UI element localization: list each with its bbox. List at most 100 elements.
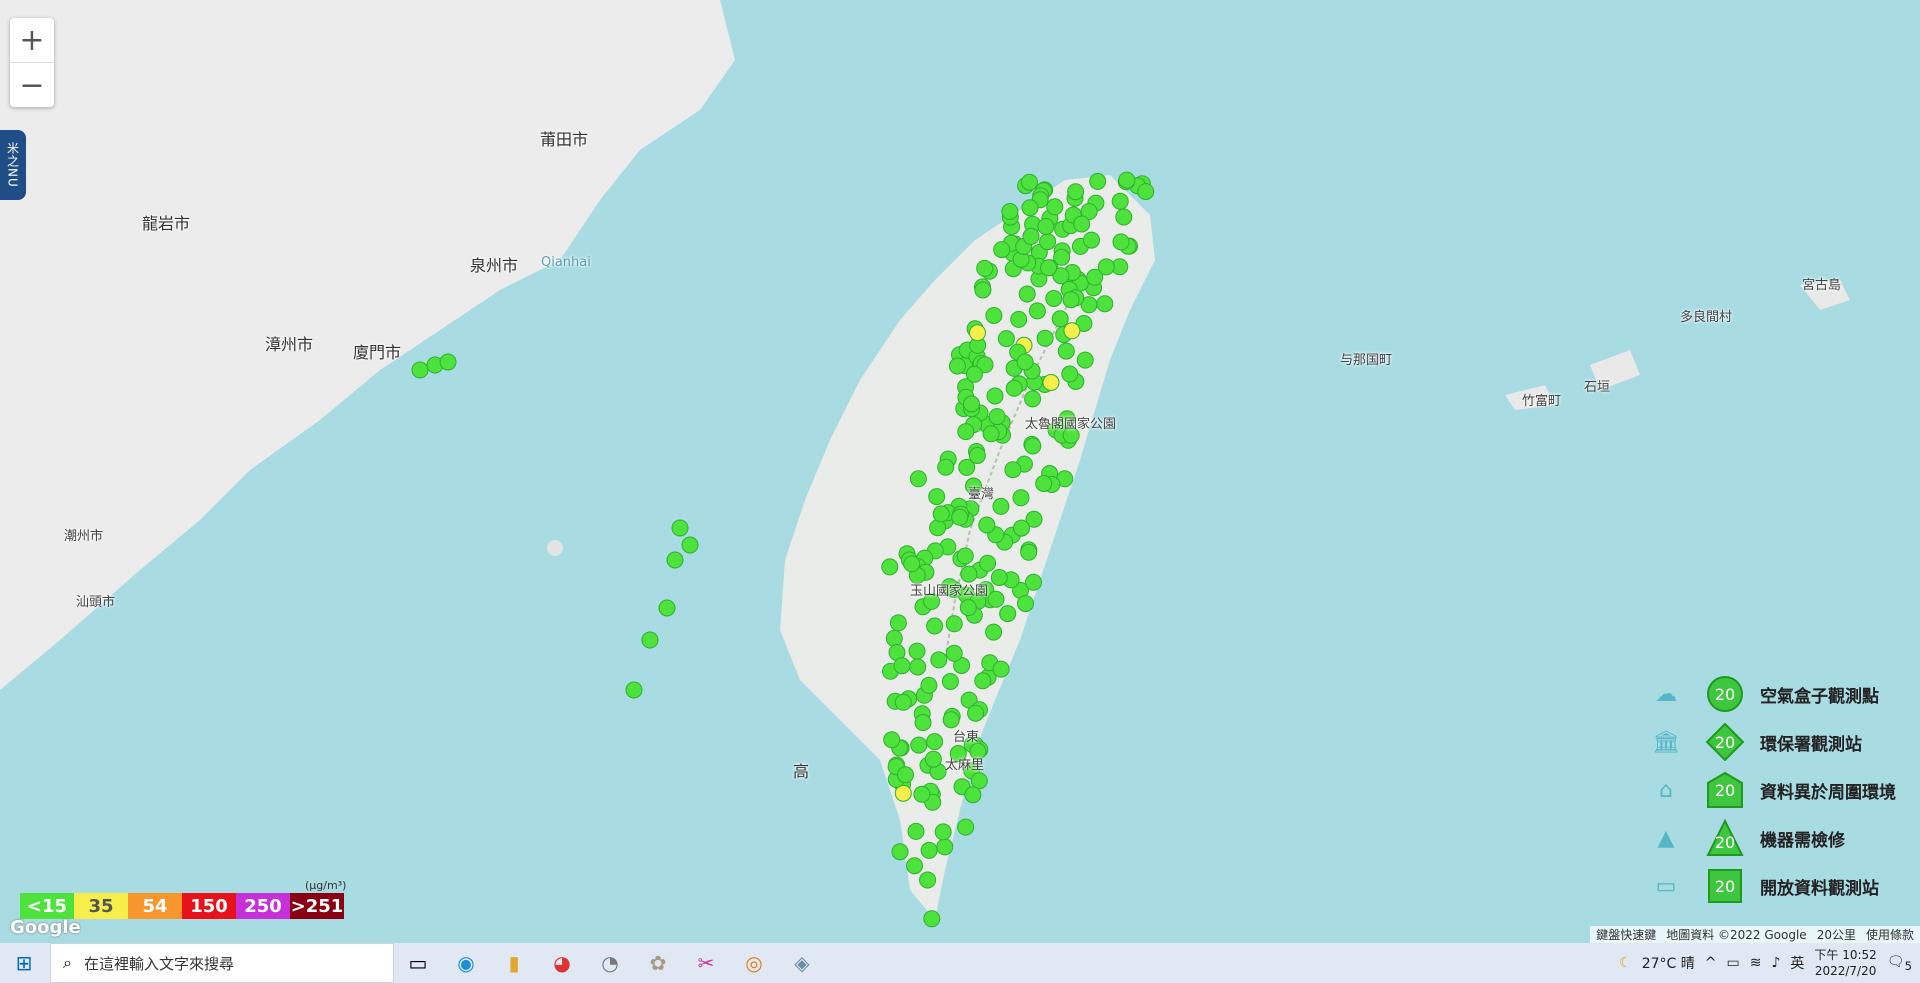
windows-start-icon[interactable]: ⊞ (0, 943, 48, 983)
station-marker[interactable] (1039, 233, 1057, 251)
wifi-icon[interactable]: ≋ (1750, 955, 1762, 971)
station-marker[interactable] (1036, 329, 1054, 347)
station-marker[interactable] (641, 631, 659, 649)
station-marker[interactable] (894, 693, 912, 711)
chrome-icon[interactable]: ◕ (538, 943, 586, 983)
station-marker[interactable] (881, 558, 899, 576)
station-marker[interactable] (957, 818, 975, 836)
station-marker[interactable] (999, 605, 1017, 623)
speaker-icon[interactable]: ♪ (1771, 955, 1780, 971)
side-panel-tab[interactable]: 米之NU (0, 130, 26, 200)
station-marker[interactable] (1035, 475, 1053, 492)
station-marker[interactable] (964, 786, 982, 804)
station-marker[interactable] (897, 766, 914, 784)
station-marker[interactable] (1073, 215, 1091, 233)
station-marker[interactable] (907, 822, 925, 840)
station-marker[interactable] (1001, 203, 1019, 220)
station-marker[interactable] (957, 423, 975, 441)
station-marker[interactable] (1018, 285, 1036, 303)
station-marker[interactable] (967, 704, 985, 722)
station-marker[interactable] (1051, 310, 1069, 328)
station-marker[interactable] (1086, 268, 1104, 286)
station-marker[interactable] (1017, 595, 1034, 613)
station-marker[interactable] (906, 857, 923, 875)
ime-indicator[interactable]: 英 (1790, 953, 1804, 973)
battery-icon[interactable]: ▭ (1726, 955, 1739, 971)
station-marker[interactable] (945, 615, 963, 633)
station-marker[interactable] (930, 651, 948, 669)
chevron-up-icon[interactable]: ^ (1705, 955, 1717, 971)
station-marker[interactable] (993, 241, 1011, 259)
station-marker[interactable] (945, 644, 963, 662)
app-icon[interactable]: ✿ (634, 943, 682, 983)
station-marker[interactable] (1024, 437, 1042, 455)
station-marker[interactable] (992, 660, 1010, 678)
station-marker[interactable] (965, 365, 983, 383)
station-marker[interactable] (1021, 199, 1039, 217)
station-marker[interactable] (923, 910, 941, 928)
station-marker[interactable] (1112, 233, 1130, 251)
station-marker[interactable] (963, 395, 980, 413)
station-marker[interactable] (1021, 173, 1038, 191)
station-marker[interactable] (1061, 365, 1079, 383)
terms-link[interactable]: 使用條款 (1866, 926, 1914, 943)
station-marker[interactable] (671, 519, 689, 537)
task-view-icon[interactable]: ▭ (394, 943, 442, 983)
station-marker[interactable] (1057, 342, 1075, 360)
station-marker[interactable] (979, 554, 997, 572)
keyboard-shortcuts-link[interactable]: 鍵盤快速鍵 (1596, 926, 1656, 943)
station-marker[interactable] (969, 324, 986, 342)
station-marker[interactable] (889, 614, 907, 632)
station-marker[interactable] (924, 750, 942, 768)
station-marker[interactable] (956, 547, 974, 565)
taskbar-search[interactable]: ⌕ 在這裡輸入文字來搜尋 (50, 943, 394, 983)
station-marker[interactable] (937, 458, 955, 476)
station-marker[interactable] (948, 357, 966, 375)
station-marker[interactable] (1111, 192, 1129, 210)
edge-icon[interactable]: ◉ (442, 943, 490, 983)
scale-bar[interactable]: 20公里 (1817, 926, 1856, 943)
station-marker[interactable] (990, 569, 1008, 586)
station-marker[interactable] (913, 785, 931, 803)
app-icon[interactable]: ◔ (586, 943, 634, 983)
station-marker[interactable] (974, 672, 992, 690)
station-marker[interactable] (919, 871, 937, 889)
station-marker[interactable] (883, 731, 901, 749)
station-marker[interactable] (908, 642, 926, 660)
station-marker[interactable] (974, 281, 992, 299)
station-marker[interactable] (909, 658, 927, 676)
station-marker[interactable] (941, 673, 959, 690)
station-marker[interactable] (932, 505, 950, 523)
station-marker[interactable] (1028, 302, 1046, 320)
station-marker[interactable] (1062, 291, 1080, 309)
weather-text[interactable]: 27°C 晴 (1642, 953, 1695, 973)
station-marker[interactable] (951, 508, 969, 526)
station-marker[interactable] (1083, 231, 1100, 249)
station-marker[interactable] (1118, 171, 1136, 189)
station-marker[interactable] (926, 733, 944, 751)
station-marker[interactable] (985, 623, 1003, 641)
station-marker[interactable] (982, 425, 1000, 443)
station-marker[interactable] (1013, 519, 1030, 537)
station-marker[interactable] (1042, 374, 1060, 391)
station-marker[interactable] (1010, 310, 1028, 328)
app-icon[interactable]: ◈ (778, 943, 826, 983)
station-marker[interactable] (439, 353, 457, 371)
station-marker[interactable] (910, 736, 928, 754)
station-marker[interactable] (978, 516, 996, 534)
zoom-in-button[interactable]: + (10, 18, 54, 63)
station-marker[interactable] (976, 259, 994, 277)
station-marker[interactable] (997, 330, 1015, 348)
app-icon[interactable]: ✂ (682, 943, 730, 983)
station-marker[interactable] (1046, 198, 1064, 216)
station-marker[interactable] (891, 843, 909, 861)
station-marker[interactable] (1020, 543, 1038, 561)
file-explorer-icon[interactable]: ▮ (490, 943, 538, 983)
station-marker[interactable] (1045, 290, 1063, 307)
station-marker[interactable] (985, 307, 1003, 324)
station-marker[interactable] (986, 387, 1004, 405)
station-marker[interactable] (1076, 351, 1094, 369)
notification-icon[interactable]: 🗨5 (1887, 954, 1912, 973)
station-marker[interactable] (893, 657, 911, 675)
station-marker[interactable] (914, 714, 932, 731)
